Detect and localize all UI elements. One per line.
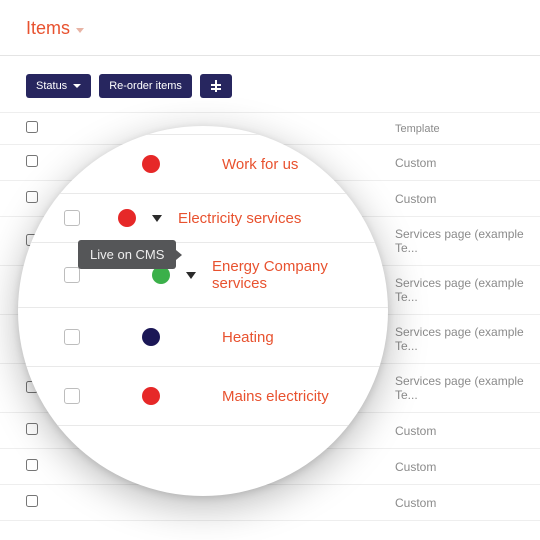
row-template: Custom — [385, 413, 540, 449]
row-checkbox[interactable] — [64, 156, 80, 172]
list-item[interactable]: Work for us — [18, 134, 388, 194]
page-title: Items — [26, 18, 70, 39]
status-filter-button[interactable]: Status — [26, 74, 91, 98]
row-template: Services page (example Te... — [385, 217, 540, 266]
row-checkbox[interactable] — [64, 267, 80, 283]
row-template: Services page (example Te... — [385, 315, 540, 364]
reorder-items-button[interactable]: Re-order items — [99, 74, 192, 98]
page-title-dropdown[interactable]: Items — [26, 18, 516, 39]
item-name: Work for us — [222, 156, 298, 173]
item-name: Mains electricity — [222, 388, 329, 405]
toolbar: Status Re-order items — [0, 74, 540, 112]
row-checkbox[interactable] — [64, 210, 80, 226]
page-header: Items — [0, 0, 540, 45]
tree-icon — [210, 80, 222, 92]
template-header: Template — [385, 113, 540, 145]
row-template: Custom — [385, 145, 540, 181]
status-tooltip: Live on CMS — [78, 240, 176, 269]
status-dot — [142, 328, 160, 346]
chevron-down-icon[interactable] — [186, 272, 196, 279]
row-checkbox[interactable] — [26, 495, 38, 507]
status-dot — [142, 155, 160, 173]
chevron-down-icon — [76, 28, 84, 33]
divider — [0, 55, 540, 56]
list-item[interactable]: Mains electricity — [18, 367, 388, 426]
list-item[interactable]: Heating — [18, 308, 388, 367]
status-filter-label: Status — [36, 80, 67, 92]
table-row: Custom — [0, 485, 540, 521]
row-template: Custom — [385, 485, 540, 521]
row-template: Services page (example Te... — [385, 364, 540, 413]
select-all-checkbox[interactable] — [26, 121, 38, 133]
row-checkbox[interactable] — [26, 459, 38, 471]
item-name: Heating — [222, 329, 274, 346]
item-name: Energy Company services — [212, 258, 368, 292]
status-dot — [118, 209, 136, 227]
row-template: Custom — [385, 181, 540, 217]
reorder-items-label: Re-order items — [109, 80, 182, 92]
chevron-down-icon — [73, 84, 81, 88]
tree-view-button[interactable] — [200, 74, 232, 98]
row-template: Custom — [385, 449, 540, 485]
list-item[interactable]: Energy Company services — [18, 243, 388, 308]
chevron-down-icon[interactable] — [152, 215, 162, 222]
status-dot — [142, 387, 160, 405]
magnifier-lens: Work for us Electricity services Energy Co… — [18, 126, 388, 496]
list-item[interactable]: Electricity services — [18, 194, 388, 243]
row-template: Services page (example Te... — [385, 266, 540, 315]
item-name: Electricity services — [178, 210, 301, 227]
row-checkbox[interactable] — [64, 329, 80, 345]
row-checkbox[interactable] — [64, 388, 80, 404]
